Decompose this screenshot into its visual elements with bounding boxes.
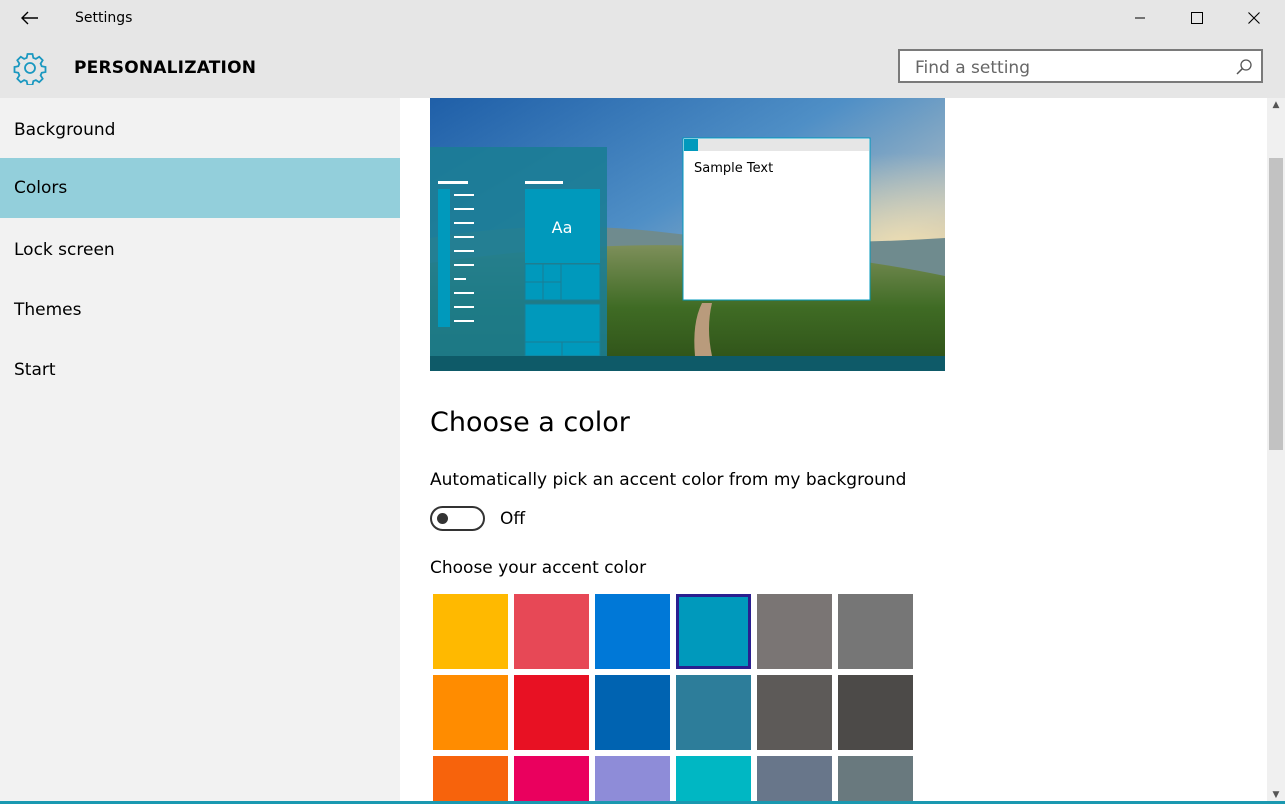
title-bar: Settings <box>0 0 1285 36</box>
preview-tile-text: Aa <box>552 218 573 237</box>
accent-swatch[interactable] <box>433 594 508 669</box>
window-title: Settings <box>75 10 133 26</box>
close-icon <box>1248 12 1260 24</box>
search-icon[interactable] <box>1235 58 1253 76</box>
auto-pick-label: Automatically pick an accent color from … <box>430 470 907 490</box>
accent-swatch[interactable] <box>838 675 913 750</box>
maximize-icon <box>1191 12 1203 24</box>
maximize-button[interactable] <box>1168 0 1226 36</box>
search-box[interactable] <box>898 49 1263 83</box>
close-button[interactable] <box>1225 0 1283 36</box>
toggle-state-label: Off <box>500 509 526 529</box>
back-button[interactable] <box>14 6 46 30</box>
accent-swatch[interactable] <box>757 675 832 750</box>
minimize-button[interactable] <box>1111 0 1169 36</box>
sidebar-item-lock-screen[interactable]: Lock screen <box>0 220 400 280</box>
scrollbar-thumb[interactable] <box>1269 158 1283 450</box>
accent-swatch[interactable] <box>838 594 913 669</box>
accent-swatch[interactable] <box>757 756 832 804</box>
accent-swatch[interactable] <box>676 594 751 669</box>
accent-swatch[interactable] <box>595 675 670 750</box>
sidebar-item-label: Themes <box>14 300 82 320</box>
accent-swatch[interactable] <box>676 675 751 750</box>
page-header: PERSONALIZATION <box>0 36 1285 98</box>
main-content: Aa Sample Text Choose a color Automatica… <box>400 98 1267 804</box>
sidebar-item-label: Lock screen <box>14 240 115 260</box>
accent-swatch[interactable] <box>595 756 670 804</box>
toggle-knob <box>437 513 448 524</box>
search-input[interactable] <box>913 57 1227 79</box>
preview-illustration: Aa Sample Text <box>430 98 945 371</box>
accent-swatch[interactable] <box>595 594 670 669</box>
accent-swatch[interactable] <box>838 756 913 804</box>
vertical-scrollbar[interactable]: ▲ ▼ <box>1267 98 1285 804</box>
auto-pick-toggle[interactable] <box>430 506 485 531</box>
accent-swatch[interactable] <box>676 756 751 804</box>
preview-sample-text: Sample Text <box>694 161 773 176</box>
sidebar-item-start[interactable]: Start <box>0 340 400 400</box>
accent-swatch[interactable] <box>514 594 589 669</box>
sidebar-item-background[interactable]: Background <box>0 100 400 160</box>
accent-swatch[interactable] <box>433 756 508 804</box>
scroll-down-arrow-icon[interactable]: ▼ <box>1267 788 1285 802</box>
section-title: Choose a color <box>430 407 630 438</box>
scroll-up-arrow-icon[interactable]: ▲ <box>1267 98 1285 112</box>
accent-swatch[interactable] <box>433 675 508 750</box>
sidebar-item-label: Start <box>14 360 56 380</box>
sidebar: Background Colors Lock screen Themes Sta… <box>0 98 400 804</box>
back-arrow-icon <box>21 11 38 25</box>
gear-icon <box>13 53 47 85</box>
accent-swatch[interactable] <box>514 675 589 750</box>
accent-swatch[interactable] <box>757 594 832 669</box>
sidebar-item-label: Colors <box>14 178 68 198</box>
page-title: PERSONALIZATION <box>74 58 257 78</box>
sidebar-item-themes[interactable]: Themes <box>0 280 400 340</box>
sidebar-item-colors[interactable]: Colors <box>0 158 400 218</box>
accent-color-label: Choose your accent color <box>430 558 647 578</box>
theme-preview: Aa Sample Text <box>430 98 945 371</box>
sidebar-item-label: Background <box>14 120 116 140</box>
minimize-icon <box>1135 17 1145 19</box>
accent-swatch[interactable] <box>514 756 589 804</box>
